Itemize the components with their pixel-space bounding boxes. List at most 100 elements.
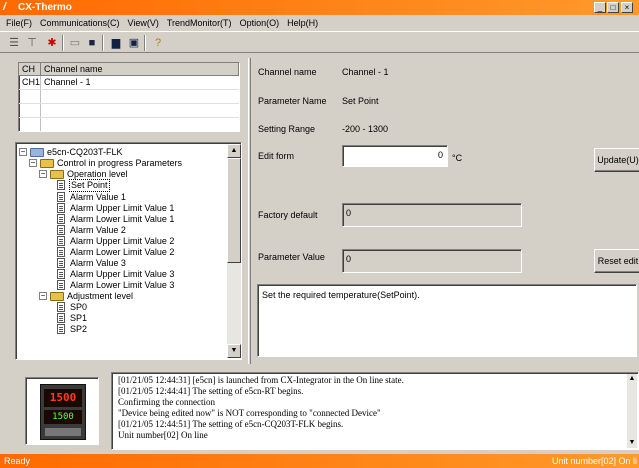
tree-node-label: Alarm Value 2 bbox=[70, 225, 126, 235]
collapse-icon[interactable]: − bbox=[19, 148, 27, 156]
status-text: Ready bbox=[4, 456, 31, 466]
parameter-icon bbox=[57, 269, 65, 279]
device-face: 1500 1500 bbox=[40, 384, 86, 440]
log-line: Confirming the connection bbox=[118, 397, 215, 407]
parameter-name-label: Parameter Name bbox=[258, 96, 327, 106]
parameter-icon bbox=[57, 225, 65, 235]
collapse-icon[interactable]: − bbox=[39, 292, 47, 300]
tree-node-label: Alarm Value 3 bbox=[70, 258, 126, 268]
log-area: 1500 1500 [01/21/05 12:44:31] [e5cn] is … bbox=[15, 372, 639, 452]
parameter-description: Set the required temperature(SetPoint). bbox=[257, 284, 637, 357]
tree-node-label: Alarm Upper Limit Value 3 bbox=[70, 269, 175, 279]
maximize-icon[interactable]: □ bbox=[607, 2, 619, 13]
parameter-icon bbox=[57, 236, 65, 246]
row-divider bbox=[19, 103, 239, 104]
row-divider bbox=[19, 89, 239, 90]
tree-node-label: SP2 bbox=[70, 324, 88, 334]
scroll-up-icon[interactable]: ▲ bbox=[627, 374, 637, 384]
setting-range-label: Setting Range bbox=[258, 124, 316, 134]
parameter-icon bbox=[57, 258, 65, 268]
device-icon bbox=[30, 148, 44, 157]
app-logo-icon: / bbox=[3, 1, 7, 13]
controller-device-image: 1500 1500 bbox=[25, 377, 99, 445]
parameter-icon bbox=[57, 203, 65, 213]
tree-content: − e5cn-CQ203T-FLK − Control in progress … bbox=[17, 144, 226, 358]
help-icon[interactable]: ? bbox=[150, 35, 166, 51]
menu-file[interactable]: File(F) bbox=[2, 16, 36, 30]
scroll-down-icon[interactable]: ▼ bbox=[627, 438, 637, 448]
folder-icon bbox=[40, 159, 54, 168]
menu-view[interactable]: View(V) bbox=[124, 16, 163, 30]
toolbar-separator bbox=[62, 35, 64, 51]
minimize-icon[interactable]: _ bbox=[594, 2, 606, 13]
log-line: "Device being edited now" is NOT corresp… bbox=[118, 408, 381, 418]
toolbar-separator bbox=[102, 35, 104, 51]
parameter-tree: − e5cn-CQ203T-FLK − Control in progress … bbox=[15, 142, 242, 360]
menu-bar: File(F) Communications(C) View(V) TrendM… bbox=[0, 15, 639, 31]
parameter-icon bbox=[57, 247, 65, 257]
device-buttons bbox=[45, 428, 81, 436]
filter-icon[interactable]: ⊤ bbox=[24, 35, 40, 51]
update-button[interactable]: Update(U) bbox=[594, 148, 639, 172]
factory-default-field: 0 bbox=[342, 203, 522, 227]
folder-open-icon bbox=[50, 170, 64, 179]
tree-node-label: Alarm Lower Limit Value 1 bbox=[70, 214, 175, 224]
parameter-icon bbox=[57, 302, 65, 312]
menu-communications[interactable]: Communications(C) bbox=[36, 16, 124, 30]
settings-icon[interactable]: ☰ bbox=[6, 35, 22, 51]
monitor-icon[interactable]: ▆ bbox=[108, 35, 124, 51]
open-icon[interactable]: ▭ bbox=[67, 35, 83, 51]
factory-default-label: Factory default bbox=[258, 210, 318, 220]
collapse-icon[interactable]: − bbox=[39, 170, 47, 178]
collapse-icon[interactable]: − bbox=[29, 159, 37, 167]
toolbar-separator bbox=[144, 35, 146, 51]
channel-id: CH1 bbox=[22, 77, 41, 87]
scroll-thumb[interactable] bbox=[227, 158, 241, 263]
window-title: CX-Thermo bbox=[18, 2, 72, 13]
tree-node-label: Set Point bbox=[69, 179, 110, 192]
channel-name-value: Channel - 1 bbox=[342, 67, 389, 77]
unit-label: °C bbox=[452, 153, 463, 163]
log-output: [01/21/05 12:44:31] [e5cn] is launched f… bbox=[111, 372, 639, 450]
tree-node-label: Alarm Lower Limit Value 2 bbox=[70, 247, 175, 257]
pin-icon[interactable]: ✱ bbox=[44, 35, 60, 51]
folder-open-icon bbox=[50, 292, 64, 301]
tree-scrollbar[interactable]: ▲ ▼ bbox=[227, 144, 241, 358]
status-unit-text: Unit number[02] On li bbox=[551, 456, 637, 466]
column-header-channel-name[interactable]: Channel name bbox=[41, 63, 239, 76]
tree-node-label: Alarm Upper Limit Value 1 bbox=[70, 203, 175, 213]
tree-node-label: Alarm Value 1 bbox=[70, 192, 126, 202]
parameter-icon bbox=[57, 180, 65, 190]
log-line: [01/21/05 12:44:31] [e5cn] is launched f… bbox=[118, 375, 404, 385]
window-icon[interactable]: ▣ bbox=[126, 35, 142, 51]
parameter-icon bbox=[57, 214, 65, 224]
channel-name-label: Channel name bbox=[258, 67, 317, 77]
pane-splitter[interactable] bbox=[248, 58, 251, 364]
tree-node-label: e5cn-CQ203T-FLK bbox=[47, 147, 123, 157]
log-line: Unit number[02] On line bbox=[118, 430, 208, 440]
pv-display: 1500 bbox=[44, 389, 82, 407]
tree-node-label: Alarm Lower Limit Value 3 bbox=[70, 280, 175, 290]
parameter-name-value: Set Point bbox=[342, 96, 379, 106]
channel-name: Channel - 1 bbox=[44, 77, 91, 87]
tree-node-label: Adjustment level bbox=[67, 291, 134, 301]
log-line: [01/21/05 12:44:51] The setting of e5cn-… bbox=[118, 419, 344, 429]
scroll-up-icon[interactable]: ▲ bbox=[227, 144, 241, 158]
sv-display: 1500 bbox=[44, 410, 82, 424]
menu-option[interactable]: Option(O) bbox=[236, 16, 284, 30]
scroll-down-icon[interactable]: ▼ bbox=[227, 344, 241, 358]
parameter-value-field: 0 bbox=[342, 249, 522, 273]
tree-node-label: Alarm Upper Limit Value 2 bbox=[70, 236, 175, 246]
edit-form-input[interactable]: 0 bbox=[342, 145, 448, 167]
close-icon[interactable]: × bbox=[621, 2, 633, 13]
edit-form-label: Edit form bbox=[258, 151, 295, 161]
reset-edit-button[interactable]: Reset edit bbox=[594, 249, 639, 273]
table-row[interactable]: CH1 Channel - 1 bbox=[19, 76, 239, 89]
row-divider bbox=[19, 117, 239, 118]
column-header-ch[interactable]: CH bbox=[19, 63, 41, 76]
save-icon[interactable]: ■ bbox=[84, 35, 100, 51]
menu-help[interactable]: Help(H) bbox=[283, 16, 322, 30]
log-scrollbar[interactable]: ▲ ▼ bbox=[627, 374, 637, 448]
menu-trendmonitor[interactable]: TrendMonitor(T) bbox=[163, 16, 236, 30]
parameter-icon bbox=[57, 313, 65, 323]
